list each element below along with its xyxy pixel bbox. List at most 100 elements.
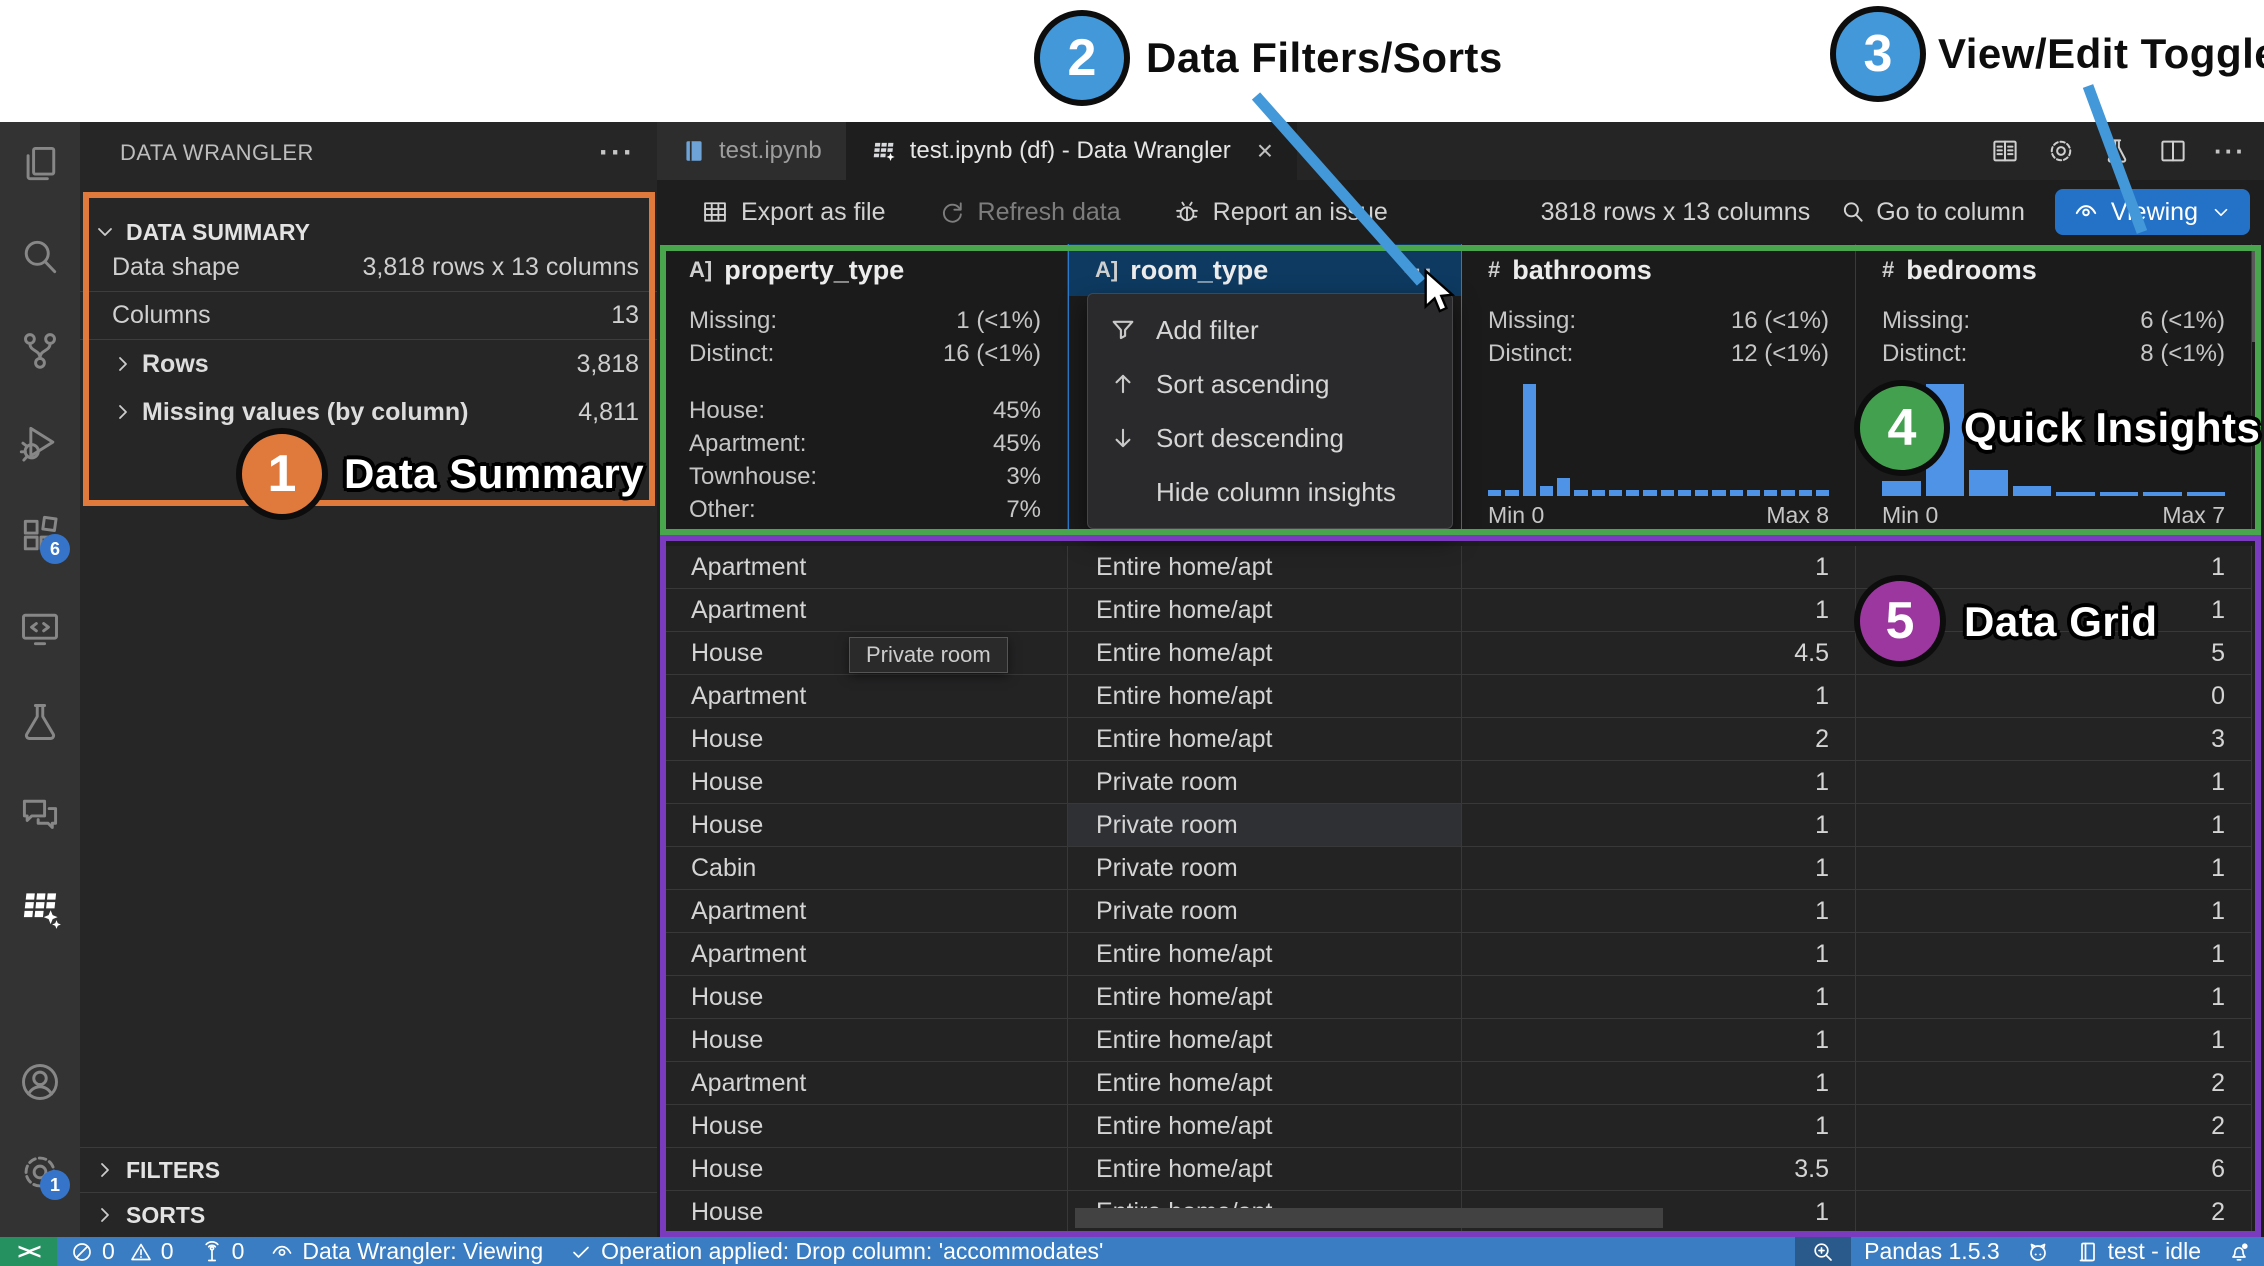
table-cell[interactable]: House bbox=[663, 804, 1068, 847]
split-editor-icon[interactable] bbox=[2158, 136, 2188, 166]
table-cell[interactable]: Apartment bbox=[663, 1062, 1068, 1105]
table-cell[interactable]: House bbox=[663, 976, 1068, 1019]
table-cell[interactable]: House bbox=[663, 1148, 1068, 1191]
close-icon[interactable]: × bbox=[1257, 137, 1273, 165]
table-cell[interactable]: 1 bbox=[1462, 761, 1856, 804]
table-cell[interactable]: 1 bbox=[1856, 847, 2252, 890]
manage-gear-icon[interactable]: 1 bbox=[16, 1148, 70, 1200]
sidebar-more-actions-icon[interactable]: ··· bbox=[599, 138, 635, 168]
data-wrangler-mode-status[interactable]: Data Wrangler: Viewing bbox=[257, 1237, 556, 1266]
table-cell[interactable]: Entire home/apt bbox=[1068, 1062, 1462, 1105]
problems-status[interactable]: 0 0 bbox=[57, 1237, 187, 1266]
export-as-file-button[interactable]: Export as file bbox=[701, 198, 886, 227]
table-cell[interactable]: 6 bbox=[1856, 1148, 2252, 1191]
table-cell[interactable]: House bbox=[663, 1105, 1068, 1148]
table-cell[interactable]: 1 bbox=[1856, 761, 2252, 804]
table-cell[interactable]: 1 bbox=[1462, 675, 1856, 718]
table-cell[interactable]: 1 bbox=[1462, 804, 1856, 847]
book-icon[interactable] bbox=[1990, 136, 2020, 166]
table-cell[interactable]: Entire home/apt bbox=[1068, 675, 1462, 718]
search-icon[interactable] bbox=[16, 233, 64, 281]
more-actions-icon[interactable]: ··· bbox=[2214, 138, 2246, 164]
table-cell[interactable]: 1 bbox=[1856, 976, 2252, 1019]
column-menu-icon[interactable]: ··· bbox=[1403, 257, 1435, 283]
sorts-section[interactable]: SORTS bbox=[80, 1192, 657, 1237]
table-cell[interactable]: 2 bbox=[1856, 1105, 2252, 1148]
summary-row[interactable]: Missing values (by column) 4,811 bbox=[80, 388, 657, 436]
table-cell[interactable]: Entire home/apt bbox=[1068, 933, 1462, 976]
zoom-status[interactable] bbox=[1795, 1237, 1852, 1266]
beaker-icon[interactable] bbox=[2102, 136, 2132, 166]
table-cell[interactable]: 1 bbox=[1462, 1019, 1856, 1062]
summary-row[interactable]: Rows 3,818 bbox=[80, 340, 657, 388]
tab-notebook[interactable]: test.ipynb bbox=[657, 122, 846, 180]
table-cell[interactable]: 1 bbox=[1856, 1019, 2252, 1062]
column-header-property-type[interactable]: A] property_type Missing: 1 (<1%) Distinc… bbox=[663, 244, 1068, 535]
testing-flask-icon[interactable] bbox=[16, 698, 64, 746]
kernel-status[interactable]: test - idle bbox=[2063, 1237, 2214, 1266]
go-to-column-button[interactable]: Go to column bbox=[1840, 198, 2025, 227]
table-cell[interactable]: Apartment bbox=[663, 933, 1068, 976]
run-debug-icon[interactable] bbox=[16, 419, 64, 467]
menu-item-sort-ascending[interactable]: Sort ascending bbox=[1088, 357, 1452, 411]
table-cell[interactable]: 3 bbox=[1856, 718, 2252, 761]
notifications-status[interactable] bbox=[2214, 1237, 2264, 1266]
table-cell[interactable]: 1 bbox=[1462, 890, 1856, 933]
data-wrangler-icon[interactable] bbox=[16, 884, 64, 932]
vertical-scrollbar[interactable] bbox=[2252, 250, 2260, 342]
table-cell[interactable]: Entire home/apt bbox=[1068, 589, 1462, 632]
table-cell[interactable]: Entire home/apt bbox=[1068, 718, 1462, 761]
remote-explorer-icon[interactable] bbox=[16, 605, 64, 653]
account-icon[interactable] bbox=[16, 1058, 64, 1106]
table-cell[interactable]: 2 bbox=[1856, 1062, 2252, 1105]
table-cell[interactable]: Entire home/apt bbox=[1068, 546, 1462, 589]
ports-status[interactable]: 0 bbox=[187, 1237, 258, 1266]
table-cell[interactable]: Private room bbox=[1068, 761, 1462, 804]
table-cell[interactable]: 2 bbox=[1856, 1191, 2252, 1234]
table-cell[interactable]: Entire home/apt bbox=[1068, 632, 1462, 675]
table-cell[interactable]: Apartment bbox=[663, 890, 1068, 933]
pandas-version-status[interactable]: Pandas 1.5.3 bbox=[1851, 1237, 2013, 1266]
table-cell[interactable]: 1 bbox=[1462, 976, 1856, 1019]
source-control-icon[interactable] bbox=[16, 326, 64, 374]
table-cell[interactable]: 2 bbox=[1462, 718, 1856, 761]
table-cell[interactable]: Entire home/apt bbox=[1068, 1148, 1462, 1191]
operation-status[interactable]: Operation applied: Drop column: 'accommo… bbox=[556, 1237, 1116, 1266]
table-cell[interactable]: 1 bbox=[1856, 890, 2252, 933]
table-cell[interactable]: 1 bbox=[1462, 1105, 1856, 1148]
table-cell[interactable]: Entire home/apt bbox=[1068, 1105, 1462, 1148]
summary-row[interactable]: Data shape 3,818 rows x 13 columns bbox=[80, 244, 657, 292]
table-cell[interactable]: 4.5 bbox=[1462, 632, 1856, 675]
refresh-data-button[interactable]: Refresh data bbox=[938, 198, 1121, 227]
remote-indicator[interactable]: >< bbox=[0, 1237, 57, 1266]
report-an-issue-button[interactable]: Report an issue bbox=[1173, 198, 1388, 227]
view-edit-toggle-button[interactable]: Viewing bbox=[2054, 189, 2250, 235]
comments-icon[interactable] bbox=[16, 791, 64, 839]
table-cell[interactable]: Apartment bbox=[663, 546, 1068, 589]
table-cell[interactable]: Private room bbox=[1068, 847, 1462, 890]
table-cell[interactable]: 1 bbox=[1856, 804, 2252, 847]
table-cell[interactable]: 1 bbox=[1462, 546, 1856, 589]
horizontal-scrollbar[interactable] bbox=[1075, 1208, 1663, 1228]
table-cell[interactable]: 1 bbox=[1856, 933, 2252, 976]
table-cell[interactable]: House bbox=[663, 1019, 1068, 1062]
table-cell[interactable]: 1 bbox=[1462, 589, 1856, 632]
github-status[interactable] bbox=[2013, 1237, 2063, 1266]
table-cell[interactable]: 3.5 bbox=[1462, 1148, 1856, 1191]
table-cell[interactable]: Entire home/apt bbox=[1068, 976, 1462, 1019]
table-cell[interactable]: Cabin bbox=[663, 847, 1068, 890]
filters-section[interactable]: FILTERS bbox=[80, 1147, 657, 1192]
table-cell[interactable]: 0 bbox=[1856, 675, 2252, 718]
table-cell[interactable]: 1 bbox=[1462, 847, 1856, 890]
column-header-bathrooms[interactable]: # bathrooms Missing: 16 (<1%) Distinct: 12… bbox=[1462, 244, 1856, 535]
summary-row[interactable]: Columns 13 bbox=[80, 292, 657, 340]
explorer-icon[interactable] bbox=[16, 140, 64, 188]
table-cell[interactable]: Private room bbox=[1068, 804, 1462, 847]
table-cell[interactable]: House bbox=[663, 718, 1068, 761]
tab-data-wrangler[interactable]: test.ipynb (df) - Data Wrangler × bbox=[845, 122, 1298, 180]
table-cell[interactable]: 1 bbox=[1462, 933, 1856, 976]
table-cell[interactable]: Private room bbox=[1068, 890, 1462, 933]
menu-item-hide-column-insights[interactable]: Hide column insights bbox=[1088, 465, 1452, 519]
table-cell[interactable]: House bbox=[663, 761, 1068, 804]
table-cell[interactable]: Apartment bbox=[663, 589, 1068, 632]
